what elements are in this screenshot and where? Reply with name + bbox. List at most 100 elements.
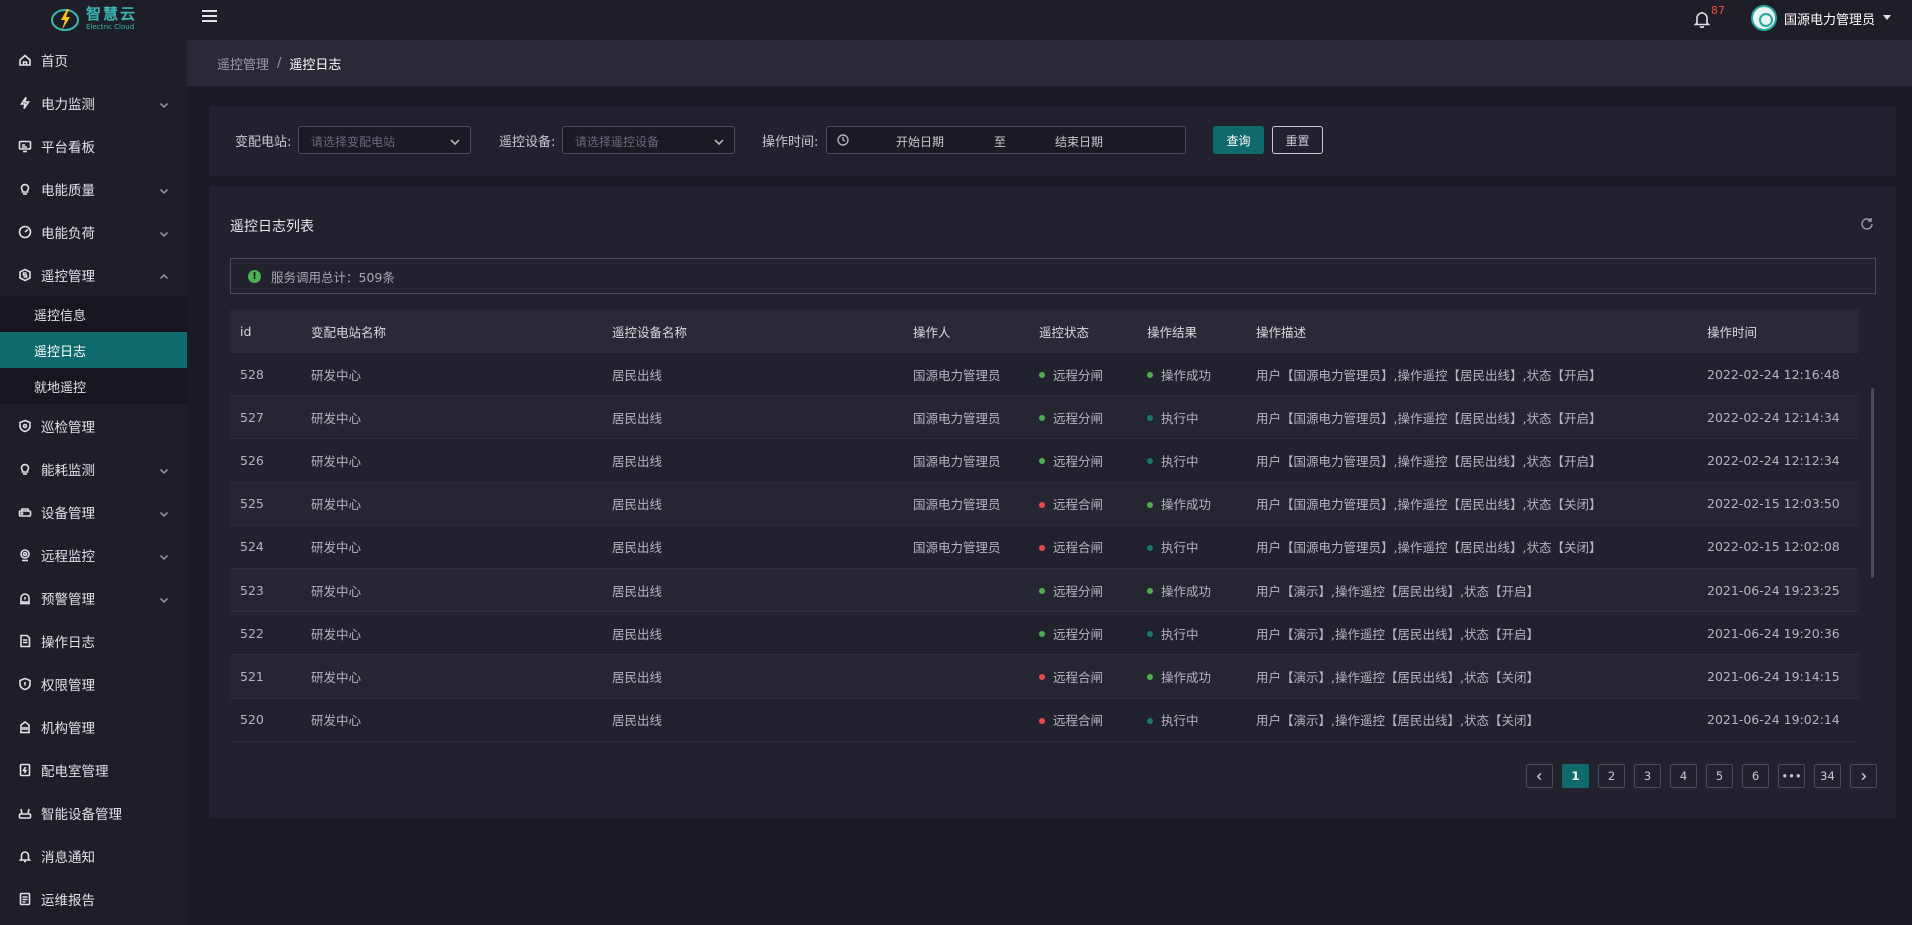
- sidebar-item[interactable]: 首页: [0, 38, 187, 81]
- bell-icon: [18, 849, 32, 863]
- end-date-input[interactable]: 结束日期: [1055, 133, 1103, 150]
- date-range-picker[interactable]: 开始日期 至 结束日期: [826, 126, 1186, 154]
- start-date-input[interactable]: 开始日期: [896, 133, 944, 150]
- page-button[interactable]: •••: [1778, 764, 1805, 788]
- table-row[interactable]: 520 研发中心 居民出线 远程合闸 执行中 用户【演示】,操作遥控【居民出线】,状态【关…: [230, 699, 1859, 742]
- reset-button[interactable]: 重置: [1272, 126, 1323, 154]
- sidebar-item[interactable]: 权限管理: [0, 662, 187, 705]
- column-header[interactable]: 操作结果: [1137, 322, 1246, 341]
- sidebar-subitem[interactable]: 遥控信息: [0, 296, 187, 332]
- sidebar-item[interactable]: 能耗监测: [0, 447, 187, 490]
- device-select[interactable]: 请选择遥控设备: [562, 126, 735, 154]
- sidebar-item[interactable]: 电力监测: [0, 81, 187, 124]
- app-logo[interactable]: 智慧云 Electric Cloud: [0, 0, 187, 38]
- column-header[interactable]: 操作描述: [1246, 322, 1697, 341]
- table-row[interactable]: 526 研发中心 居民出线 国源电力管理员 远程分闸 执行中 用户【国源电力管理员】,操作遥…: [230, 439, 1859, 483]
- notification-bell-icon[interactable]: [1693, 10, 1711, 29]
- station-select[interactable]: 请选择变配电站: [298, 126, 471, 154]
- table-cell-time: 2021-06-24 19:23:25: [1697, 583, 1859, 598]
- table-row[interactable]: 525 研发中心 居民出线 国源电力管理员 远程合闸 操作成功 用户【国源电力管理员】,操作…: [230, 482, 1859, 526]
- device-icon: [18, 505, 32, 519]
- table-cell-desc: 用户【演示】,操作遥控【居民出线】,状态【开启】: [1246, 624, 1697, 643]
- sidebar-item[interactable]: 遥控管理: [0, 253, 187, 296]
- status-dot: [1039, 717, 1045, 724]
- cell-text: 远程分闸: [1053, 453, 1104, 469]
- table-cell-device: 居民出线: [602, 365, 903, 384]
- sidebar-item[interactable]: 设备管理: [0, 490, 187, 533]
- sidebar-item[interactable]: 运维报告: [0, 877, 187, 920]
- menu-toggle-icon[interactable]: [202, 10, 217, 24]
- column-header[interactable]: 变配电站名称: [301, 322, 602, 341]
- table-cell-rstate: 远程分闸: [1029, 408, 1137, 427]
- user-avatar[interactable]: [1751, 5, 1777, 31]
- table-row[interactable]: 523 研发中心 居民出线 远程分闸 操作成功 用户【演示】,操作遥控【居民出线】,状态【…: [230, 568, 1859, 613]
- chevron-left-icon: [1536, 772, 1542, 780]
- table-cell-operator: 国源电力管理员: [903, 451, 1029, 470]
- table-cell-station: 研发中心: [301, 581, 602, 600]
- sidebar-item-label: 电能质量: [41, 182, 95, 199]
- sidebar-item[interactable]: 操作日志: [0, 619, 187, 662]
- sidebar-item[interactable]: 预警管理: [0, 576, 187, 619]
- table-row[interactable]: 528 研发中心 居民出线 国源电力管理员 远程分闸 操作成功 用户【国源电力管理员】,操作…: [230, 353, 1859, 397]
- user-name[interactable]: 国源电力管理员: [1784, 9, 1875, 28]
- column-header[interactable]: 遥控设备名称: [602, 322, 903, 341]
- sidebar-subitem[interactable]: 就地遥控: [0, 368, 187, 404]
- sidebar-item[interactable]: 配电室管理: [0, 748, 187, 791]
- table-cell-station: 研发中心: [301, 408, 602, 427]
- page-button[interactable]: 2: [1598, 764, 1625, 788]
- page-button[interactable]: 34: [1814, 764, 1841, 788]
- table-row[interactable]: 524 研发中心 居民出线 国源电力管理员 远程合闸 执行中 用户【国源电力管理员】,操作遥…: [230, 526, 1859, 569]
- refresh-icon[interactable]: [1860, 217, 1874, 231]
- page-button[interactable]: 3: [1634, 764, 1661, 788]
- status-dot: [1039, 631, 1045, 638]
- cell-text: 用户【国源电力管理员】,操作遥控【居民出线】,状态【开启】: [1256, 367, 1602, 383]
- cell-text: 居民出线: [612, 713, 663, 729]
- sidebar-item[interactable]: 消息通知: [0, 834, 187, 877]
- building-icon: [18, 720, 32, 734]
- breadcrumb-parent[interactable]: 遥控管理: [217, 54, 269, 73]
- table-row[interactable]: 527 研发中心 居民出线 国源电力管理员 远程分闸 执行中 用户【国源电力管理员】,操作遥…: [230, 396, 1859, 440]
- lightning-icon: [18, 96, 32, 110]
- table-cell-time: 2022-02-24 12:16:48: [1697, 367, 1859, 382]
- cell-text: 524: [240, 539, 264, 555]
- user-menu-caret-icon[interactable]: [1883, 15, 1891, 20]
- table-row[interactable]: 521 研发中心 居民出线 远程合闸 操作成功 用户【演示】,操作遥控【居民出线】,状态【…: [230, 655, 1859, 699]
- query-button[interactable]: 查询: [1213, 126, 1264, 154]
- page-button[interactable]: 4: [1670, 764, 1697, 788]
- breadcrumb-current: 遥控日志: [289, 57, 342, 73]
- table-scrollbar[interactable]: [1871, 388, 1874, 578]
- table-cell-id: 523: [230, 583, 301, 598]
- table-cell-desc: 用户【演示】,操作遥控【居民出线】,状态【开启】: [1246, 581, 1697, 600]
- table-cell-time: 2022-02-24 12:14:34: [1697, 410, 1859, 425]
- column-header[interactable]: 操作时间: [1697, 322, 1859, 341]
- sidebar-subitem[interactable]: 遥控日志: [0, 332, 187, 368]
- cell-text: 居民出线: [612, 453, 663, 469]
- cell-text: 用户【国源电力管理员】,操作遥控【居民出线】,状态【开启】: [1256, 410, 1602, 426]
- table-cell-desc: 用户【国源电力管理员】,操作遥控【居民出线】,状态【关闭】: [1246, 494, 1697, 513]
- sidebar-item[interactable]: 巡检管理: [0, 404, 187, 447]
- cell-text: 远程分闸: [1053, 583, 1104, 599]
- router-icon: [18, 806, 32, 820]
- monitor-icon: [18, 139, 32, 153]
- sidebar-item[interactable]: 电能质量: [0, 167, 187, 210]
- cell-text: 520: [240, 712, 264, 728]
- sidebar-item-label: 远程监控: [41, 548, 95, 565]
- summary-text: 服务调用总计：509条: [271, 269, 395, 285]
- sidebar-item[interactable]: 平台看板: [0, 124, 187, 167]
- sidebar-item[interactable]: 电能负荷: [0, 210, 187, 253]
- next-page-button[interactable]: [1850, 764, 1877, 788]
- column-header[interactable]: 操作人: [903, 322, 1029, 341]
- page-button[interactable]: 6: [1742, 764, 1769, 788]
- column-header[interactable]: id: [230, 324, 301, 339]
- page-button[interactable]: 5: [1706, 764, 1733, 788]
- page-button[interactable]: 1: [1562, 764, 1589, 788]
- column-header[interactable]: 遥控状态: [1029, 322, 1137, 341]
- breadcrumb-separator: /: [277, 55, 282, 71]
- prev-page-button[interactable]: [1526, 764, 1553, 788]
- table-row[interactable]: 522 研发中心 居民出线 远程分闸 执行中 用户【演示】,操作遥控【居民出线】,状态【开…: [230, 612, 1859, 656]
- sidebar-item[interactable]: 机构管理: [0, 705, 187, 748]
- sidebar-item[interactable]: 智能设备管理: [0, 791, 187, 834]
- table-header: id 变配电站名称 遥控设备名称 操作人 遥控状态 操作结果 操作描述 操作时间: [230, 310, 1859, 353]
- cell-text: 2021-06-24 19:14:15: [1707, 668, 1840, 684]
- sidebar-item[interactable]: 远程监控: [0, 533, 187, 576]
